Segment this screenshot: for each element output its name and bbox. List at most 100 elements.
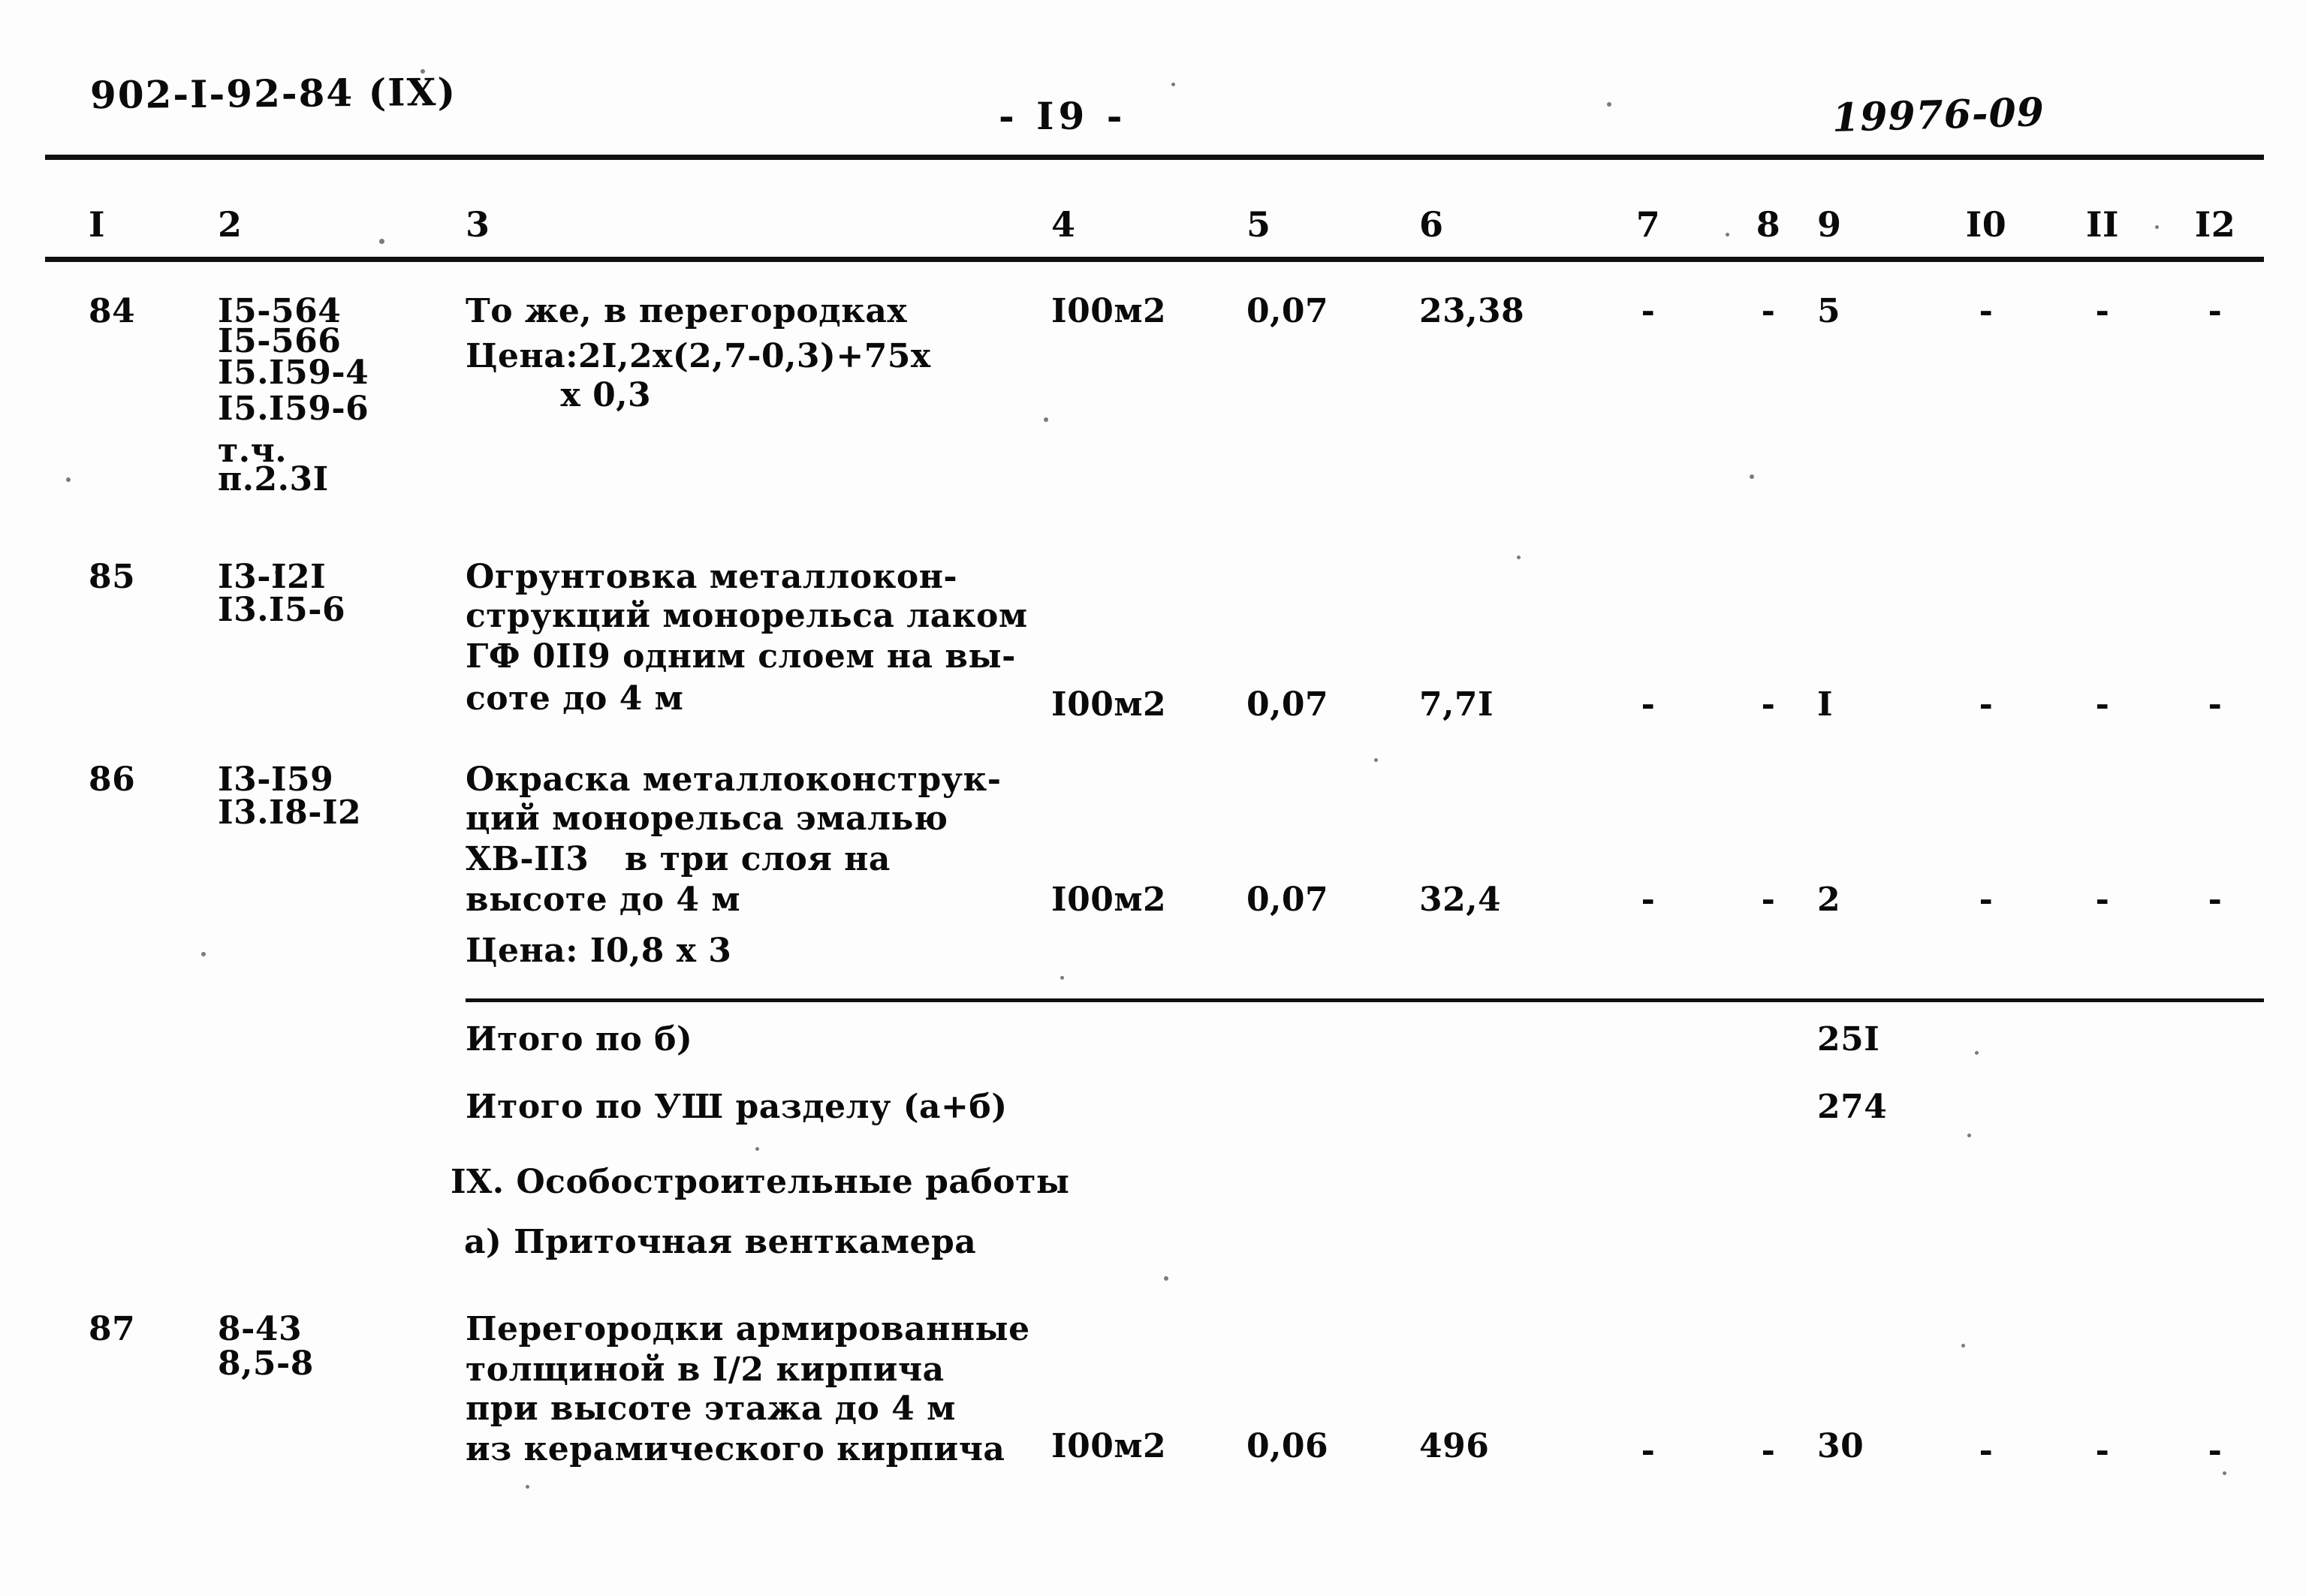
row-description: Цена: I0,8 х 3: [466, 932, 732, 970]
scan-speckle: [526, 1485, 529, 1489]
total-label: Итого по б): [466, 1020, 693, 1058]
row-value-6: 7,7I: [1419, 685, 1494, 724]
column-header-7: 7: [1635, 204, 1661, 245]
column-header-5: 5: [1246, 204, 1271, 245]
row-description: ГФ 0II9 одним слоем на вы-: [466, 637, 1016, 676]
row-code: I3.I5-6: [218, 591, 346, 629]
row-value-9: 30: [1817, 1427, 1864, 1465]
row-description: Перегородки армированные: [466, 1310, 1030, 1348]
scan-speckle: [1044, 417, 1048, 422]
scan-speckle: [1171, 83, 1175, 86]
row-value-11: -: [2095, 1432, 2110, 1470]
row-code: I5.I59-6: [218, 390, 369, 428]
row-value-8: -: [1761, 685, 1776, 724]
document-code: 902-I-92-84 (IX): [89, 69, 457, 118]
scan-speckle: [66, 477, 71, 482]
scan-speckle: [275, 571, 279, 574]
row-description: х 0,3: [466, 376, 652, 414]
scan-speckle: [1967, 1134, 1971, 1137]
totals-rule: [466, 998, 2264, 1002]
row-unit: I00м2: [1051, 292, 1167, 330]
page-number: - I9 -: [999, 94, 1127, 138]
scan-speckle: [1164, 1276, 1168, 1281]
row-value-12: -: [2208, 1432, 2223, 1470]
row-value-7: -: [1641, 881, 1656, 919]
document-page: 902-I-92-84 (IX) - I9 - 19976-09 I 2 3 4…: [0, 0, 2306, 1596]
column-header-11: II: [2085, 204, 2120, 245]
column-header-1: I: [89, 204, 106, 245]
row-value-7: -: [1641, 1432, 1656, 1470]
page-header: 902-I-92-84 (IX) - I9 - 19976-09: [0, 69, 2306, 141]
scan-speckle: [2223, 1471, 2226, 1475]
row-value-7: -: [1641, 685, 1656, 724]
row-value-8: -: [1761, 1432, 1776, 1470]
scan-speckle: [421, 69, 425, 74]
row-number: 85: [89, 558, 136, 596]
row-value-6: 23,38: [1419, 292, 1525, 330]
total-label: Итого по УШ разделу (а+б): [466, 1088, 1008, 1126]
row-description: Окраска металлоконструк-: [466, 760, 1002, 799]
column-header-10: I0: [1965, 204, 2007, 245]
row-value-10: -: [1979, 292, 1994, 330]
row-value-8: -: [1761, 292, 1776, 330]
row-value-8: -: [1761, 881, 1776, 919]
row-value-11: -: [2095, 881, 2110, 919]
row-number: 86: [89, 760, 136, 799]
scan-speckle: [379, 239, 384, 244]
row-unit: I00м2: [1051, 881, 1167, 919]
row-value-10: -: [1979, 881, 1994, 919]
column-header-12: I2: [2194, 204, 2236, 245]
total-value: 274: [1817, 1088, 1888, 1126]
row-value-9: 5: [1817, 292, 1841, 330]
row-value-6: 496: [1419, 1427, 1490, 1465]
row-number: 87: [89, 1310, 136, 1348]
row-value-6: 32,4: [1419, 881, 1502, 919]
row-description: струкций монорельса лаком: [466, 597, 1028, 635]
row-value-11: -: [2095, 292, 2110, 330]
row-value-12: -: [2208, 685, 2223, 724]
row-number: 84: [88, 291, 136, 331]
section-heading: IX. Особостроительные работы: [451, 1163, 1070, 1201]
scan-speckle: [1961, 1344, 1965, 1348]
scan-speckle: [755, 1147, 759, 1151]
row-value-10: -: [1979, 685, 1994, 724]
row-value-12: -: [2208, 292, 2223, 330]
scan-speckle: [1517, 556, 1521, 559]
row-unit: I00м2: [1051, 1427, 1167, 1465]
row-unit: I00м2: [1051, 685, 1167, 724]
row-description: при высоте этажа до 4 м: [466, 1390, 956, 1428]
scan-speckle: [1060, 976, 1064, 980]
row-value-11: -: [2095, 685, 2110, 724]
scan-speckle: [1750, 474, 1754, 479]
row-description: Огрунтовка металлокон-: [466, 558, 958, 596]
column-header-8: 8: [1756, 204, 1781, 245]
row-value-7: -: [1641, 292, 1656, 330]
row-description: ций монорельса эмалью: [466, 800, 948, 838]
total-value: 25I: [1817, 1020, 1880, 1058]
row-value-10: -: [1979, 1432, 1994, 1470]
row-description: ХВ-II3 в три слоя на: [466, 840, 891, 878]
row-description: толщиной в I/2 кирпича: [466, 1351, 945, 1389]
column-header-3: 3: [466, 204, 490, 245]
column-header-2: 2: [218, 204, 243, 245]
section-subheading: а) Приточная венткамера: [464, 1223, 977, 1261]
column-header-rule: [45, 257, 2264, 262]
row-description: Цена:2I,2х(2,7-0,3)+75х: [466, 337, 931, 375]
row-value-5: 0,07: [1246, 292, 1329, 330]
row-value-9: I: [1817, 685, 1834, 724]
row-value-5: 0,06: [1246, 1427, 1329, 1465]
row-value-12: -: [2208, 881, 2223, 919]
archive-stamp: 19976-09: [1831, 89, 2045, 141]
row-code: I5.I59-4: [218, 354, 369, 392]
scan-speckle: [1607, 102, 1611, 107]
header-rule-top: [45, 155, 2264, 160]
row-code: 8,5-8: [218, 1345, 314, 1383]
scan-speckle: [201, 952, 206, 956]
column-header-9: 9: [1817, 204, 1842, 245]
row-code: I3.I8-I2: [218, 793, 362, 832]
row-code: п.2.3I: [218, 460, 329, 498]
scan-speckle: [1374, 758, 1378, 762]
row-value-5: 0,07: [1246, 685, 1329, 724]
scan-speckle: [1726, 233, 1729, 236]
scan-speckle: [2155, 225, 2159, 229]
